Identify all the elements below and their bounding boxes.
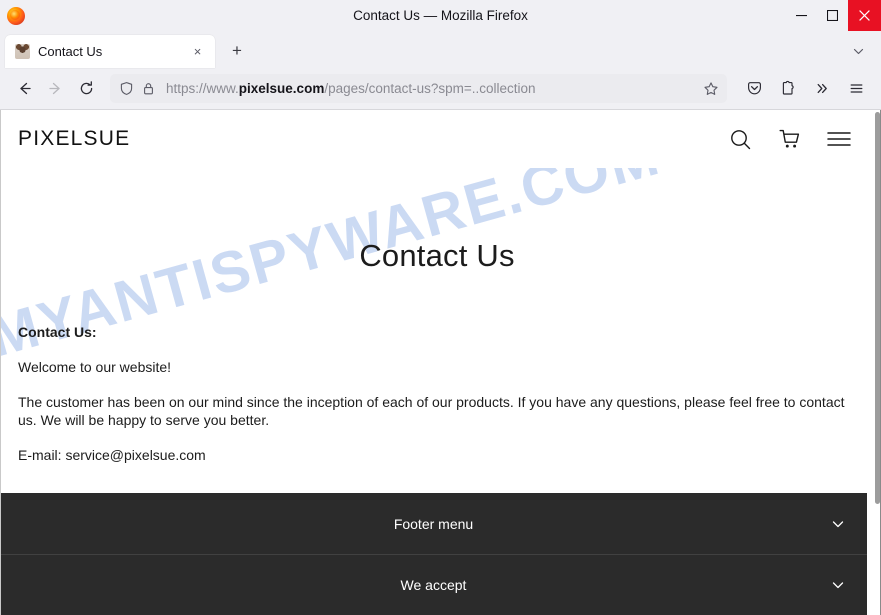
footer-accordion-footer-menu[interactable]: Footer menu — [0, 493, 867, 554]
new-tab-button[interactable]: + — [222, 36, 252, 66]
back-button[interactable] — [9, 73, 40, 104]
site-header: PIXELSUE — [0, 110, 874, 168]
tab-close-icon[interactable]: × — [188, 42, 207, 61]
we-accept-label: We accept — [400, 577, 467, 593]
contact-body: Contact Us: Welcome to our website! The … — [18, 323, 856, 464]
window-controls — [786, 0, 881, 31]
tab-title: Contact Us — [38, 44, 103, 59]
about-text: The customer has been on our mind since … — [18, 394, 845, 428]
overflow-menu-icon[interactable] — [807, 73, 838, 104]
contact-label: Contact Us: — [18, 324, 97, 340]
web-page: PIXELSUE MYANTISPYWARE.COM Contact Us Co… — [0, 110, 874, 615]
page-title: Contact Us — [359, 238, 515, 273]
application-menu-hamburger-icon[interactable] — [841, 73, 872, 104]
menu-icon[interactable] — [826, 128, 852, 150]
bookmark-star-icon[interactable] — [701, 81, 721, 97]
tab-strip: Contact Us × + — [0, 31, 881, 68]
browser-viewport: PIXELSUE MYANTISPYWARE.COM Contact Us Co… — [0, 110, 881, 615]
scrollbar-thumb[interactable] — [875, 112, 880, 504]
url-path: /pages/contact-us?spm=..collection — [324, 81, 536, 96]
site-header-icons — [728, 127, 852, 152]
firefox-logo-icon — [7, 6, 25, 25]
site-logo[interactable]: PIXELSUE — [18, 127, 130, 151]
chevron-down-icon[interactable] — [830, 577, 846, 593]
email-text: E-mail: service@pixelsue.com — [18, 447, 206, 463]
url-host: pixelsue.com — [238, 81, 325, 96]
footer-menu-label: Footer menu — [393, 515, 474, 532]
list-all-tabs-chevron-down-icon[interactable] — [847, 40, 869, 62]
site-footer: Footer menu We accept — [0, 493, 867, 615]
page-content: Contact Us Contact Us: Welcome to our we… — [0, 238, 874, 464]
page-scrollbar[interactable] — [874, 110, 881, 615]
window-titlebar: Contact Us — Mozilla Firefox — [0, 0, 881, 31]
search-icon[interactable] — [728, 127, 753, 152]
extensions-puzzle-icon[interactable] — [773, 73, 804, 104]
forward-button[interactable] — [40, 73, 71, 104]
reload-button[interactable] — [71, 73, 102, 104]
navigation-toolbar: https://www.pixelsue.com/pages/contact-u… — [0, 68, 881, 110]
chevron-down-icon[interactable] — [830, 516, 846, 532]
close-button[interactable] — [848, 0, 881, 31]
browser-tab[interactable]: Contact Us × — [5, 35, 215, 68]
lock-icon[interactable] — [141, 81, 156, 96]
maximize-button[interactable] — [817, 0, 848, 31]
welcome-text: Welcome to our website! — [18, 359, 172, 375]
url-scheme: https://www. — [166, 81, 239, 96]
footer-accordion-we-accept[interactable]: We accept — [0, 554, 867, 615]
pocket-icon[interactable] — [739, 73, 770, 104]
address-bar[interactable]: https://www.pixelsue.com/pages/contact-u… — [110, 74, 727, 103]
url-text[interactable]: https://www.pixelsue.com/pages/contact-u… — [166, 81, 701, 96]
minimize-button[interactable] — [786, 0, 817, 31]
window-title: Contact Us — Mozilla Firefox — [353, 8, 528, 23]
shield-icon[interactable] — [119, 81, 134, 96]
toolbar-right-actions — [739, 73, 872, 104]
site-favicon-icon — [15, 44, 30, 59]
cart-icon[interactable] — [777, 127, 802, 152]
